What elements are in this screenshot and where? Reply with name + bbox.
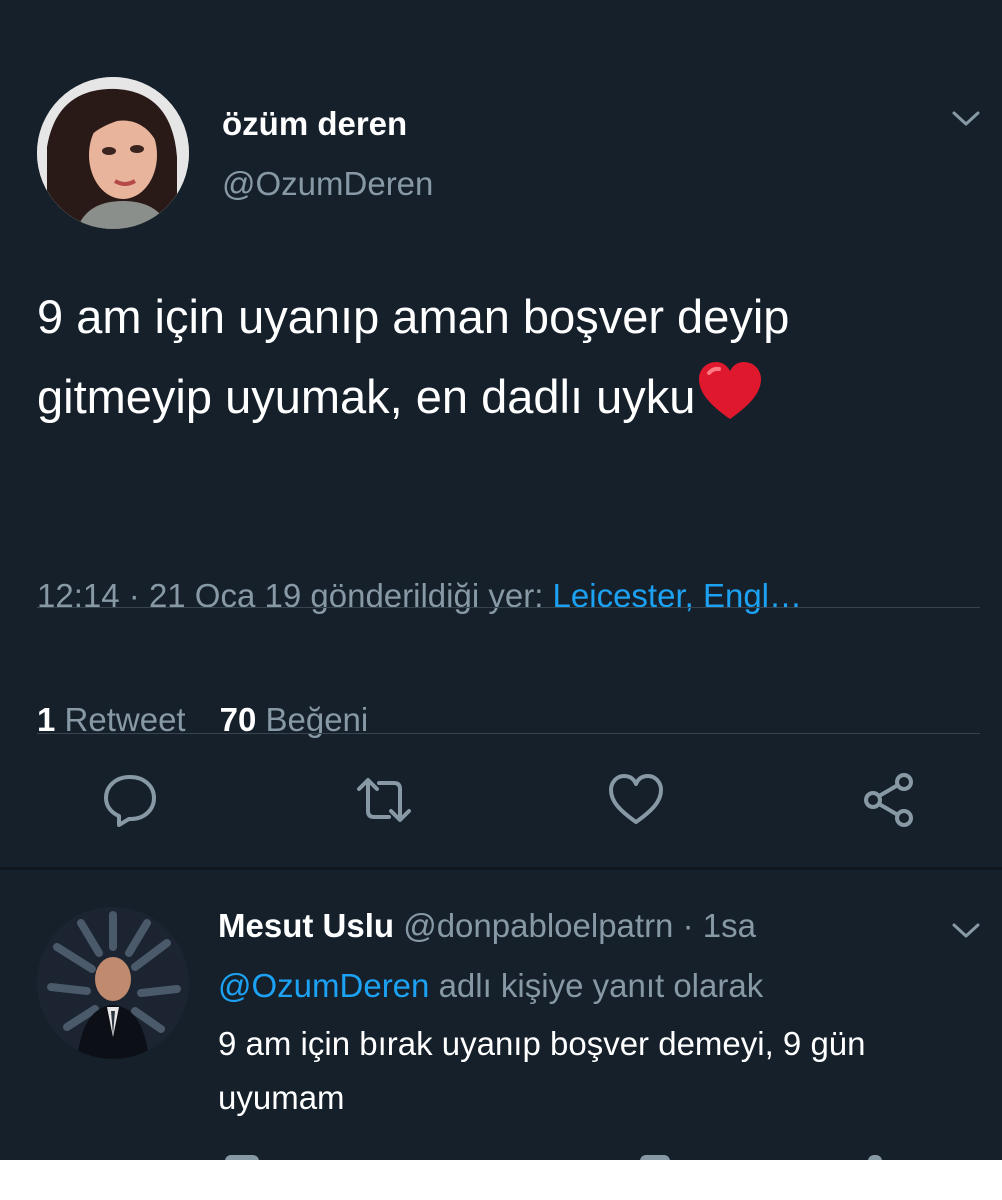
tweet-meta: 12:14 · 21 Oca 19 gönderildiği yer: Leic… [37, 577, 987, 615]
divider [37, 733, 980, 734]
reply-author-name[interactable]: Mesut Uslu [218, 907, 394, 944]
chevron-down-icon[interactable] [948, 917, 984, 943]
reply-header: Mesut Uslu @donpabloelpatrn · 1sa [218, 907, 756, 945]
reply-author-avatar[interactable] [37, 907, 189, 1059]
author-display-name[interactable]: özüm deren [222, 105, 407, 143]
section-separator [0, 867, 1002, 870]
replying-to-suffix: adlı kişiye yanıt olarak [438, 967, 764, 1004]
reply-author-handle[interactable]: @donpabloelpatrn [403, 907, 673, 944]
bottom-margin [0, 1160, 1002, 1200]
like-icon[interactable] [607, 771, 665, 829]
chevron-down-icon[interactable] [948, 105, 984, 131]
top-bar [0, 0, 1002, 47]
location-link[interactable]: Leicester, Engl… [553, 577, 802, 614]
author-handle[interactable]: @OzumDeren [222, 165, 433, 203]
share-icon[interactable] [860, 771, 918, 829]
tweet-detail-view: özüm deren @OzumDeren 9 am için uyanıp a… [0, 47, 1002, 1160]
meta-separator: · [128, 577, 140, 614]
replying-to-mention[interactable]: @OzumDeren [218, 967, 429, 1004]
tweet-text: 9 am için uyanıp aman boşver deyip gitme… [37, 277, 977, 445]
reply-icon[interactable] [101, 771, 159, 829]
tweet-date: 21 Oca 19 [148, 577, 302, 614]
author-avatar[interactable] [37, 77, 189, 229]
meta-separator: · [682, 907, 694, 944]
reply-time: 1sa [702, 907, 756, 944]
screenshot-frame: özüm deren @OzumDeren 9 am için uyanıp a… [0, 0, 1002, 1200]
red-heart-icon [697, 361, 763, 445]
retweet-icon[interactable] [355, 771, 413, 829]
reply-text: 9 am için bırak uyanıp boşver demeyi, 9 … [218, 1025, 866, 1116]
avatar-photo [37, 77, 189, 229]
tweet-time: 12:14 [37, 577, 120, 614]
location-prefix: gönderildiği yer: [310, 577, 544, 614]
replying-to: @OzumDeren adlı kişiye yanıt olarak [218, 967, 763, 1005]
divider [37, 607, 980, 608]
avatar-photo [37, 907, 189, 1059]
tweet-text-content: 9 am için uyanıp aman boşver deyip gitme… [37, 290, 790, 423]
